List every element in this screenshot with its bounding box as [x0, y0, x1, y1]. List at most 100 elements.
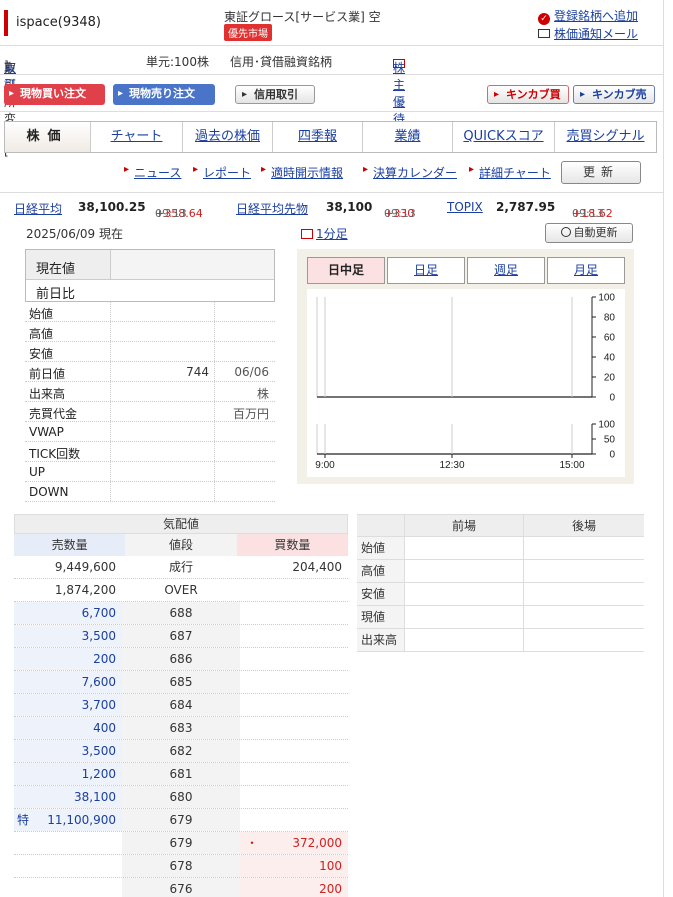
- price-row: TICK回数: [25, 442, 275, 462]
- tab-past-price[interactable]: 過去の株価: [183, 122, 273, 152]
- buy-qty[interactable]: [240, 602, 348, 624]
- price-level[interactable]: 687: [122, 625, 240, 647]
- price-row-label: DOWN: [29, 485, 69, 499]
- price-level[interactable]: 679: [122, 832, 240, 854]
- second-session-value: [524, 560, 644, 582]
- price-level[interactable]: 684: [122, 694, 240, 716]
- kinkabu-buy-button[interactable]: キンカブ買: [487, 85, 569, 104]
- price-level[interactable]: 678: [122, 855, 240, 877]
- sell-qty[interactable]: 400: [14, 717, 122, 739]
- price-level[interactable]: 688: [122, 602, 240, 624]
- buy-qty[interactable]: ・ 372,000: [240, 832, 348, 854]
- tab-chart[interactable]: チャート: [91, 122, 183, 152]
- first-session-value: [405, 606, 524, 628]
- kinkabu-sell-button[interactable]: キンカブ売: [573, 85, 655, 104]
- price-level[interactable]: 679: [122, 809, 240, 831]
- buy-cash-button[interactable]: 現物買い注文: [4, 84, 105, 105]
- sell-cash-button[interactable]: 現物売り注文: [113, 84, 215, 105]
- auto-refresh-button[interactable]: 自動更新: [545, 223, 633, 243]
- sell-qty[interactable]: [14, 855, 122, 877]
- price-level[interactable]: 685: [122, 671, 240, 693]
- envelope-icon: [538, 29, 550, 38]
- buy-qty[interactable]: 204,400: [240, 556, 348, 578]
- disclosure-link[interactable]: 適時開示情報: [261, 164, 343, 181]
- sell-qty[interactable]: 特 11,100,900: [14, 809, 122, 831]
- tab-intraday[interactable]: 日中足: [307, 257, 385, 284]
- price-mail-link[interactable]: 株価通知メール: [538, 25, 638, 42]
- nikkei-link[interactable]: 日経平均: [14, 200, 62, 217]
- price-level[interactable]: 686: [122, 648, 240, 670]
- refresh-button[interactable]: 更新: [561, 161, 641, 184]
- buy-qty[interactable]: [240, 740, 348, 762]
- session-row: 安値: [357, 583, 644, 606]
- sell-qty[interactable]: 6,700: [14, 602, 122, 624]
- sell-qty[interactable]: [14, 878, 122, 897]
- sell-qty[interactable]: 3,700: [14, 694, 122, 716]
- sell-qty[interactable]: 7,600: [14, 671, 122, 693]
- price-level[interactable]: OVER: [122, 579, 240, 601]
- stock-name: ispace(9348): [16, 15, 101, 30]
- buy-qty[interactable]: [240, 717, 348, 739]
- sell-qty[interactable]: 1,874,200: [14, 579, 122, 601]
- session-table: 前場 後場 始値 高値 安値 現値 出来高: [357, 514, 644, 652]
- add-watch-link[interactable]: ✓ 登録銘柄へ追加: [538, 7, 638, 25]
- buy-qty-header: 買数量: [236, 534, 348, 556]
- market-info: 東証グロース[サービス業] 空: [224, 10, 381, 24]
- tab-trade-signal[interactable]: 売買シグナル: [555, 122, 656, 152]
- order-book-row: 200 686: [14, 648, 348, 671]
- order-book-row: 3,500 687: [14, 625, 348, 648]
- sell-qty[interactable]: 200: [14, 648, 122, 670]
- main-tabs: 株価 チャート 過去の株価 四季報 業績 QUICKスコア 売買シグナル: [4, 121, 657, 153]
- tab-quick-score[interactable]: QUICKスコア: [453, 122, 555, 152]
- price-row-label: 安値: [29, 347, 54, 361]
- buy-qty[interactable]: 100: [240, 855, 348, 877]
- sell-qty[interactable]: 3,500: [14, 740, 122, 762]
- price-level[interactable]: 683: [122, 717, 240, 739]
- tab-shikiho[interactable]: 四季報: [273, 122, 363, 152]
- sell-qty[interactable]: 3,500: [14, 625, 122, 647]
- buy-qty[interactable]: 200: [240, 878, 348, 897]
- price-level[interactable]: 676: [122, 878, 240, 897]
- order-book-row: 9,449,600 成行 204,400: [14, 556, 348, 579]
- price-row-value: 744: [186, 365, 209, 379]
- buy-qty[interactable]: [240, 694, 348, 716]
- volume-axis-tick-label: 50: [604, 435, 616, 446]
- clock-icon: [560, 227, 571, 237]
- order-book-row: 特 11,100,900 679: [14, 809, 348, 832]
- buy-qty[interactable]: [240, 648, 348, 670]
- price-level[interactable]: 681: [122, 763, 240, 785]
- sell-qty[interactable]: 38,100: [14, 786, 122, 808]
- sell-qty[interactable]: 9,449,600: [14, 556, 122, 578]
- sell-qty[interactable]: 1,200: [14, 763, 122, 785]
- buy-qty[interactable]: [240, 671, 348, 693]
- price-level[interactable]: 成行: [122, 556, 240, 578]
- buy-qty[interactable]: [240, 763, 348, 785]
- one-minute-link[interactable]: 1分足: [301, 225, 348, 242]
- report-link[interactable]: レポート: [193, 164, 251, 181]
- buy-qty[interactable]: [240, 809, 348, 831]
- tab-weekly[interactable]: 週足: [467, 257, 545, 284]
- tab-daily[interactable]: 日足: [387, 257, 465, 284]
- tab-performance[interactable]: 業績: [363, 122, 453, 152]
- price-row: DOWN: [25, 482, 275, 502]
- price-axis-tick-label: 0: [609, 393, 615, 404]
- tab-monthly[interactable]: 月足: [547, 257, 625, 284]
- price-level[interactable]: 682: [122, 740, 240, 762]
- earnings-calendar-link[interactable]: 決算カレンダー: [363, 164, 457, 181]
- sell-qty[interactable]: [14, 832, 122, 854]
- price-row-label: 前日値: [29, 367, 66, 381]
- price-axis-tick-label: 40: [604, 353, 616, 364]
- tab-price[interactable]: 株価: [5, 122, 91, 152]
- check-circle-icon: ✓: [538, 13, 550, 25]
- price-level[interactable]: 680: [122, 786, 240, 808]
- futures-link[interactable]: 日経平均先物: [236, 200, 308, 217]
- buy-qty[interactable]: [240, 579, 348, 601]
- buy-qty[interactable]: [240, 625, 348, 647]
- as-of-date: 2025/06/09 現在: [26, 227, 123, 241]
- buy-qty[interactable]: [240, 786, 348, 808]
- vertical-scrollbar[interactable]: [663, 0, 673, 897]
- topix-link[interactable]: TOPIX: [447, 200, 483, 214]
- detail-chart-link[interactable]: 詳細チャート: [469, 164, 551, 181]
- margin-trade-button[interactable]: 信用取引: [235, 85, 315, 104]
- news-link[interactable]: ニュース: [124, 164, 181, 181]
